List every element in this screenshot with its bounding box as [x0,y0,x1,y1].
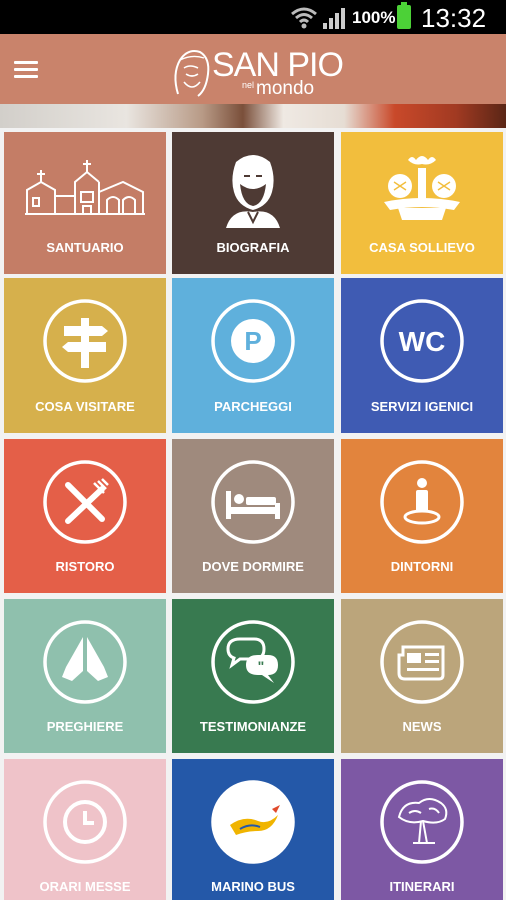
padre-pio-logo-icon [174,50,210,97]
parking-icon: P [211,299,295,383]
marino-bus-logo-icon [211,780,295,864]
svg-text:WC: WC [399,326,446,357]
tile-news[interactable]: NEWS [341,599,503,753]
tile-label: DOVE DORMIRE [202,559,304,574]
tile-biografia[interactable]: BIOGRAFIA [172,132,334,274]
tile-testimonianze[interactable]: " TESTIMONIANZE [172,599,334,753]
newspaper-icon [380,620,464,704]
tile-dintorni[interactable]: DINTORNI [341,439,503,593]
tile-preghiere[interactable]: PREGHIERE [4,599,166,753]
header-banner-image [0,104,506,128]
tile-itinerari[interactable]: ITINERARI [341,759,503,900]
hamburger-menu-button[interactable] [14,61,38,79]
tile-label: RISTORO [55,559,115,574]
svg-text:": " [258,658,265,674]
tile-label: SERVIZI IGENICI [370,399,474,414]
church-icon [25,160,145,215]
tile-santuario[interactable]: SANTUARIO [4,132,166,274]
tile-label: SANTUARIO [46,240,124,255]
logo-nel: nel [242,80,255,90]
status-bar: 100% 13:32 [0,0,506,34]
tile-label: CASA SOLLIEVO [369,240,475,255]
hospital-emblem-icon [384,156,460,220]
praying-hands-icon [43,620,127,704]
tile-marino-bus[interactable]: MARINO BUS [172,759,334,900]
menu-grid: SANTUARIO BIOGRAFIA CASA SOLLIEVO COSA V… [0,128,506,900]
bed-icon [211,460,295,544]
tile-label: ORARI MESSE [39,879,131,894]
logo-mondo: mondo [256,78,315,99]
wifi-icon [291,7,317,29]
battery-icon [397,2,411,29]
tile-label: BIOGRAFIA [216,240,290,255]
signal-icon [323,8,345,29]
tile-label: PARCHEGGI [214,399,292,414]
location-person-icon [380,460,464,544]
svg-text:P: P [244,326,261,356]
tile-orari-messe[interactable]: ORARI MESSE [4,759,166,900]
signpost-icon [43,299,127,383]
app-bar: SAN PIO nel mondo [0,34,506,104]
wc-icon: WC [380,299,464,383]
clock-time: 13:32 [421,3,487,33]
tile-servizi-igienici[interactable]: WC SERVIZI IGENICI [341,278,503,433]
padre-pio-portrait-icon [226,155,280,228]
battery-percent: 100% [352,8,396,27]
speech-bubbles-icon: " [211,620,295,704]
tile-label: ITINERARI [389,879,455,894]
tile-dove-dormire[interactable]: DOVE DORMIRE [172,439,334,593]
app-logo: SAN PIO nel mondo [168,40,348,100]
tile-label: PREGHIERE [46,719,124,734]
tile-casa-sollievo[interactable]: CASA SOLLIEVO [341,132,503,274]
tree-icon [380,780,464,864]
knife-fork-icon [43,460,127,544]
tile-label: COSA VISITARE [35,399,135,414]
tile-label: MARINO BUS [211,879,295,894]
clock-icon [43,780,127,864]
tile-label: NEWS [402,719,442,734]
tile-label: TESTIMONIANZE [199,719,307,734]
tile-ristoro[interactable]: RISTORO [4,439,166,593]
tile-parcheggi[interactable]: P PARCHEGGI [172,278,334,433]
tile-cosa-visitare[interactable]: COSA VISITARE [4,278,166,433]
tile-label: DINTORNI [390,559,454,574]
